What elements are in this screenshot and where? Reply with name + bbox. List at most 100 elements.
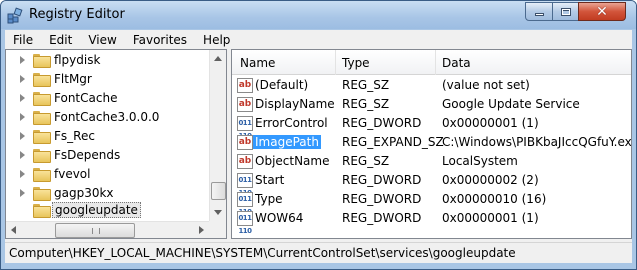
string-value-icon: ab <box>237 78 253 93</box>
value-type: REG_SZ <box>342 154 390 168</box>
tree-item-label: googleupdate <box>52 201 141 218</box>
tree-item-fvevol[interactable]: fvevol <box>6 164 209 183</box>
tree-item-label: FltMgr <box>54 71 92 86</box>
folder-icon <box>33 72 51 87</box>
list-header: Name Type Data <box>232 50 631 75</box>
folder-icon <box>33 110 51 125</box>
maximize-icon <box>560 7 571 16</box>
folder-icon <box>33 186 51 201</box>
column-header-type[interactable]: Type <box>342 56 370 70</box>
client-area: flpydisk FltMgr FontCache FontCache3.0.0… <box>5 49 632 263</box>
scrollbar-corner <box>209 221 226 238</box>
grip-icon <box>92 228 100 234</box>
expand-arrow-icon[interactable] <box>20 169 25 178</box>
value-name: ObjectName <box>255 154 330 168</box>
value-data: 0x00000001 (1) <box>442 211 539 225</box>
string-value-icon: ab <box>237 154 253 169</box>
registry-editor-icon <box>7 7 23 24</box>
tree-item-label: FontCache <box>54 90 118 105</box>
value-type: REG_DWORD <box>342 211 422 225</box>
tree-item-googleupdate[interactable]: googleupdate <box>6 200 209 219</box>
key-tree-pane[interactable]: flpydisk FltMgr FontCache FontCache3.0.0… <box>5 49 227 239</box>
menu-file[interactable]: File <box>5 33 41 47</box>
value-type: REG_SZ <box>342 78 390 92</box>
value-name: Start <box>255 173 285 187</box>
value-data: C:\Windows\PIBKbaJIccQGfuY.exe <box>442 135 632 149</box>
value-name: DisplayName <box>255 97 335 111</box>
window-title: Registry Editor <box>29 7 125 22</box>
title-bar[interactable]: Registry Editor ✕ <box>1 1 636 29</box>
menu-view[interactable]: View <box>80 33 124 47</box>
maximize-button[interactable] <box>552 2 579 21</box>
minimize-icon <box>534 13 544 16</box>
menu-edit[interactable]: Edit <box>41 33 80 47</box>
tree-vertical-scrollbar[interactable] <box>209 50 226 221</box>
list-row-start[interactable]: 011110 Start REG_DWORD 0x00000002 (2) <box>232 171 631 197</box>
value-name: (Default) <box>255 78 309 92</box>
expand-arrow-icon[interactable] <box>20 150 25 159</box>
status-bar: Computer\HKEY_LOCAL_MACHINE\SYSTEM\Curre… <box>5 242 632 263</box>
value-type: REG_DWORD <box>342 192 422 206</box>
value-type: REG_DWORD <box>342 116 422 130</box>
value-data: 0x00000002 (2) <box>442 173 539 187</box>
scroll-down-arrow-icon[interactable] <box>214 210 222 215</box>
scroll-left-arrow-icon[interactable] <box>11 226 16 234</box>
list-row-objectname[interactable]: ab ObjectName REG_SZ LocalSystem <box>232 152 631 171</box>
list-row-displayname[interactable]: ab DisplayName REG_SZ Google Update Serv… <box>232 95 631 114</box>
vertical-scroll-thumb[interactable] <box>211 182 226 200</box>
binary-value-icon: 011110 <box>237 173 253 197</box>
horizontal-scroll-thumb[interactable] <box>55 223 135 238</box>
list-row-wow64[interactable]: 011 110 WOW64 REG_DWORD 0x00000001 (1) <box>232 209 631 235</box>
menu-favorites[interactable]: Favorites <box>125 33 195 47</box>
scroll-up-arrow-icon[interactable] <box>214 56 222 61</box>
string-value-icon: ab <box>237 135 253 150</box>
folder-icon <box>33 53 51 68</box>
registry-editor-window: Registry Editor ✕ File Edit View Favorit… <box>0 0 637 270</box>
registry-path: Computer\HKEY_LOCAL_MACHINE\SYSTEM\Curre… <box>9 246 516 260</box>
tree-item-fltmgr[interactable]: FltMgr <box>6 69 209 88</box>
value-name: ErrorControl <box>255 116 328 130</box>
close-button[interactable]: ✕ <box>578 2 626 21</box>
value-name: WOW64 <box>255 211 304 225</box>
expand-arrow-icon[interactable] <box>20 112 25 121</box>
minimize-button[interactable] <box>525 2 553 21</box>
value-data: (value not set) <box>442 78 530 92</box>
values-list-pane[interactable]: Name Type Data ab (Default) REG_SZ (valu… <box>231 49 632 239</box>
tree-item-label: gagp30kx <box>54 185 114 200</box>
folder-icon <box>33 167 51 182</box>
expand-arrow-icon[interactable] <box>20 74 25 83</box>
column-divider[interactable] <box>335 50 336 75</box>
list-row-errorcontrol[interactable]: 011110 ErrorControl REG_DWORD 0x00000001… <box>232 114 631 140</box>
value-name: Type <box>255 192 283 206</box>
value-name: ImagePath <box>253 135 321 149</box>
list-row-default[interactable]: ab (Default) REG_SZ (value not set) <box>232 76 631 95</box>
value-data: 0x00000001 (1) <box>442 116 539 130</box>
expand-arrow-icon[interactable] <box>20 131 25 140</box>
expand-arrow-icon[interactable] <box>20 93 25 102</box>
tree-item-label: fvevol <box>54 166 91 181</box>
list-row-imagepath[interactable]: ab ImagePath REG_EXPAND_SZ C:\Windows\PI… <box>232 133 631 152</box>
expand-arrow-icon[interactable] <box>20 188 25 197</box>
menu-help[interactable]: Help <box>195 33 238 47</box>
binary-value-icon: 011110 <box>237 116 253 140</box>
tree-item-fs-rec[interactable]: Fs_Rec <box>6 126 209 145</box>
menu-bar: File Edit View Favorites Help <box>5 30 632 49</box>
folder-icon <box>33 129 51 144</box>
tree-horizontal-scrollbar[interactable] <box>6 221 209 238</box>
tree-item-flpydisk[interactable]: flpydisk <box>6 50 209 69</box>
expand-arrow-icon[interactable] <box>20 55 25 64</box>
tree-item-fsdepends[interactable]: FsDepends <box>6 145 209 164</box>
string-value-icon: ab <box>237 97 253 112</box>
column-header-name[interactable]: Name <box>240 56 275 70</box>
list-row-type[interactable]: 011110 Type REG_DWORD 0x00000010 (16) <box>232 190 631 216</box>
tree-item-label: FontCache3.0.0.0 <box>54 109 160 124</box>
close-icon: ✕ <box>596 3 608 20</box>
column-divider[interactable] <box>435 50 436 75</box>
folder-icon <box>33 91 51 106</box>
scroll-right-arrow-icon[interactable] <box>199 226 204 234</box>
binary-value-icon: 011110 <box>237 211 253 235</box>
column-header-data[interactable]: Data <box>442 56 471 70</box>
tree-item-fontcache[interactable]: FontCache <box>6 88 209 107</box>
value-type: REG_SZ <box>342 97 390 111</box>
tree-item-fontcache3[interactable]: FontCache3.0.0.0 <box>6 107 209 126</box>
